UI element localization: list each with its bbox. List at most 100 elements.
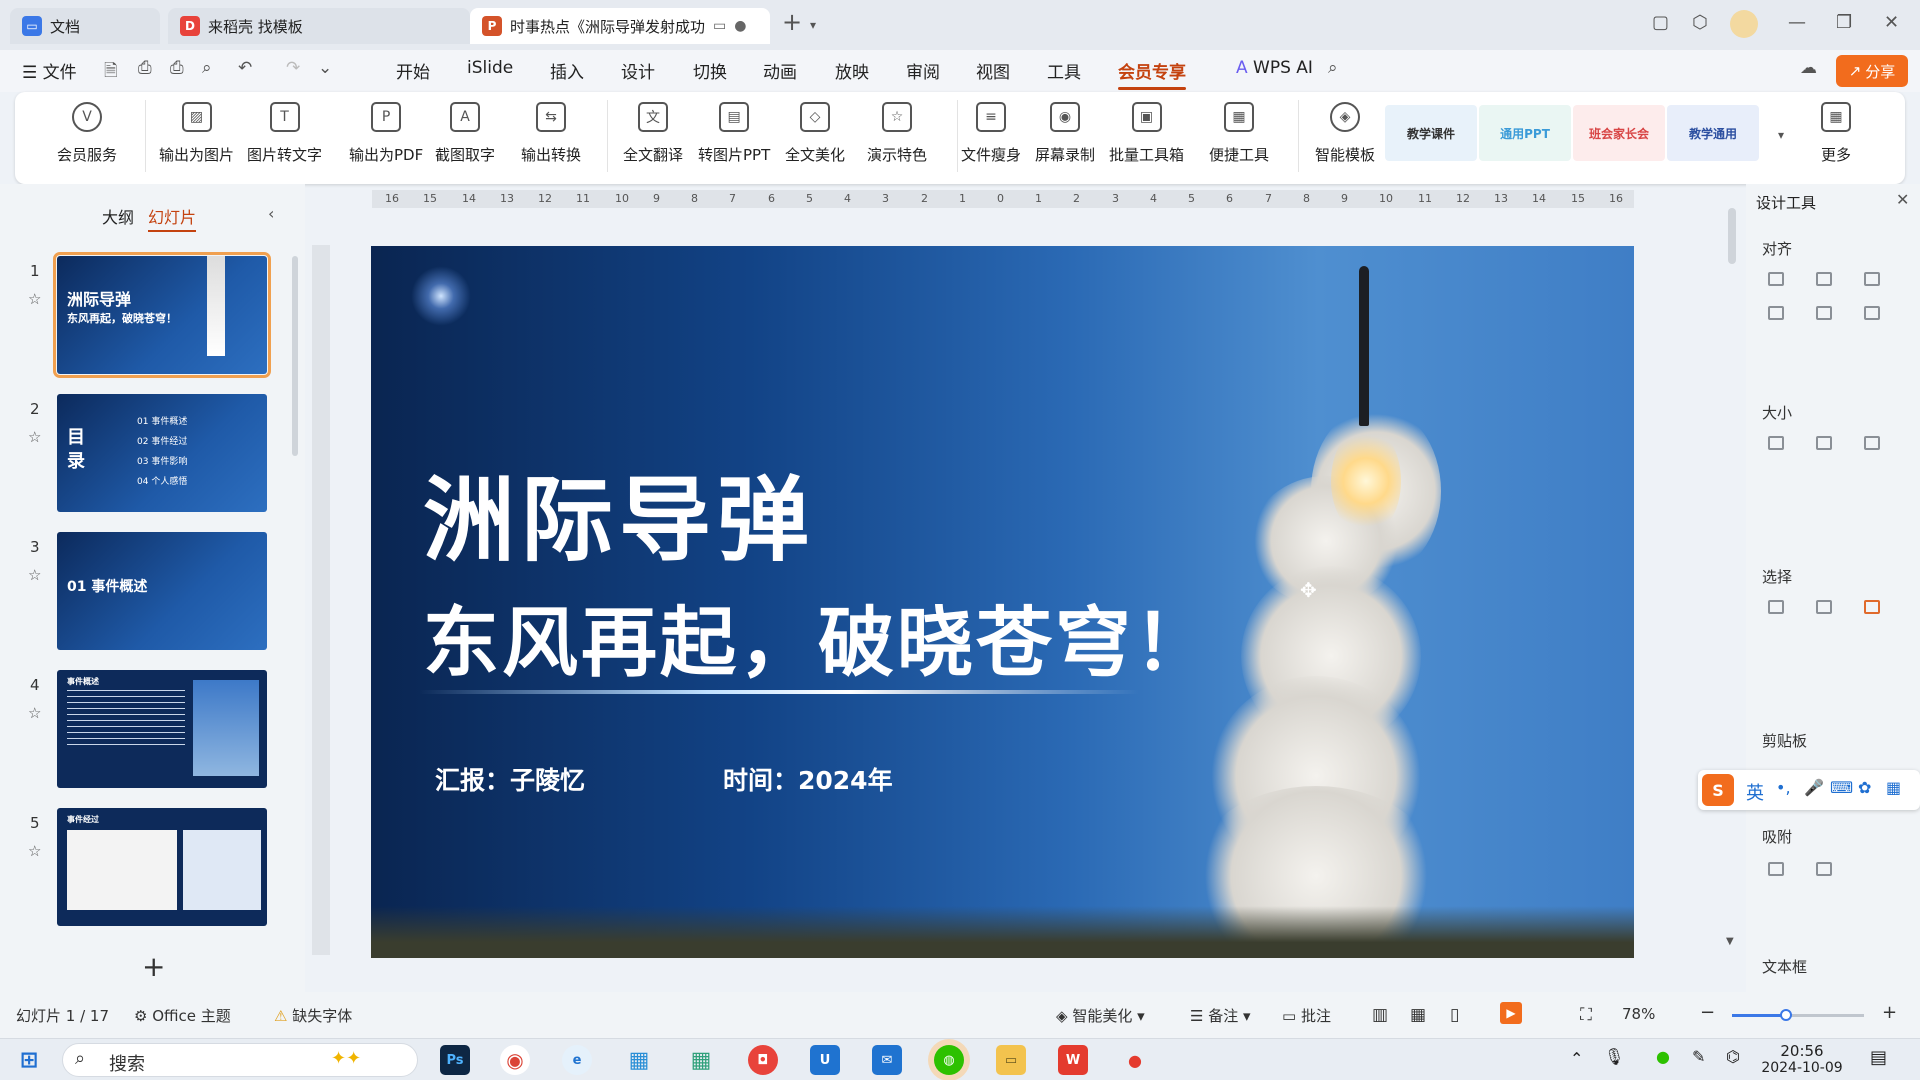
screen-icon[interactable]: ▭ [713, 18, 726, 34]
menu-design[interactable]: 设计 [621, 58, 655, 83]
smart-template-button[interactable]: ◈ 智能模板 [1315, 102, 1375, 165]
wechat-tray-icon[interactable]: ● [1656, 1047, 1670, 1066]
clock-date[interactable]: 2024-10-09 [1756, 1060, 1848, 1076]
taskbar-search-input[interactable]: ⌕ 搜索 ✦✦ [62, 1043, 418, 1077]
toolbox-grid-icon[interactable]: ▦ [1886, 778, 1901, 797]
scroll-down-icon[interactable]: ▼ [1726, 936, 1734, 947]
template-more-chevron-icon[interactable]: ▾ [1778, 128, 1784, 142]
undo-icon[interactable]: ↶ [238, 58, 252, 78]
sogou-icon[interactable]: S [1702, 774, 1734, 806]
new-tab-button[interactable]: + [782, 8, 802, 36]
image-to-text-button[interactable]: T 图片转文字 [247, 102, 322, 165]
align-center-icon[interactable] [1816, 272, 1832, 286]
tab-docer[interactable]: D 来稻壳 找模板 [168, 8, 470, 44]
same-height-icon[interactable] [1816, 436, 1832, 450]
mic-tray-icon[interactable]: 🎙 [1604, 1047, 1624, 1066]
output-convert-button[interactable]: ⇆ 输出转换 [521, 102, 581, 165]
ime-lang[interactable]: 英 [1746, 779, 1764, 805]
wechat-icon[interactable]: ◍ [934, 1045, 964, 1075]
select-all-icon[interactable] [1768, 600, 1784, 614]
punctuation-icon[interactable]: •, [1776, 778, 1791, 797]
microphone-icon[interactable]: 🎤 [1804, 778, 1824, 797]
canvas-scrollbar[interactable] [1728, 208, 1736, 264]
select-same-icon[interactable] [1816, 600, 1832, 614]
zoom-out-icon[interactable]: − [1700, 1002, 1715, 1023]
search-icon[interactable]: ⌕ [1328, 58, 1338, 78]
menu-review[interactable]: 审阅 [906, 58, 940, 83]
slide-canvas[interactable]: 洲际导弹 东风再起，破晓苍穹！ 汇报：子陵忆 时间：2024年 [371, 246, 1634, 958]
menu-home[interactable]: 开始 [396, 58, 430, 83]
tab-document[interactable]: P 时事热点《洲际导弹发射成功 ▭ ● [470, 8, 770, 44]
avatar[interactable] [1730, 10, 1758, 38]
cube-icon[interactable]: ⬡ [1692, 12, 1708, 33]
slide-thumb-1[interactable]: 洲际导弹 东风再起，破晓苍穹！ [53, 252, 271, 378]
slide-thumb-2[interactable]: 目录 01 事件概述 02 事件经过 03 事件影响 04 个人感悟 [57, 394, 267, 512]
restore-icon[interactable]: ❐ [1836, 12, 1852, 33]
file-slim-button[interactable]: ≡ 文件瘦身 [961, 102, 1021, 165]
slide-thumb-4[interactable]: 事件概述 [57, 670, 267, 788]
handy-tools-button[interactable]: ▦ 便捷工具 [1209, 102, 1269, 165]
slide-title[interactable]: 洲际导弹 [423, 446, 815, 579]
keyboard-icon[interactable]: ⌨ [1830, 778, 1853, 797]
clock-time[interactable]: 20:56 [1762, 1042, 1842, 1060]
scrollbar[interactable] [292, 256, 298, 456]
share-button[interactable]: ↗ 分享 [1836, 55, 1908, 87]
slide-thumb-5[interactable]: 事件经过 [57, 808, 267, 926]
chrome-icon[interactable]: ◉ [500, 1045, 530, 1075]
template-teaching[interactable]: 教学课件 [1385, 105, 1477, 161]
menu-slideshow[interactable]: 放映 [835, 58, 869, 83]
screenshot-ocr-button[interactable]: A 截图取字 [435, 102, 495, 165]
file-menu[interactable]: ☰ 文件 [22, 58, 77, 83]
star-icon[interactable]: ☆ [28, 842, 41, 860]
snap-right-icon[interactable] [1816, 862, 1832, 876]
export-image-button[interactable]: ▨ 输出为图片 [159, 102, 234, 165]
pen-tray-icon[interactable]: ✎ [1692, 1047, 1705, 1066]
normal-view-icon[interactable]: ▥ [1372, 1005, 1388, 1025]
slide-thumb-3[interactable]: 01 事件概述 [57, 532, 267, 650]
align-middle-icon[interactable] [1816, 306, 1832, 320]
menu-member[interactable]: 会员专享 [1118, 58, 1186, 90]
blue-shield-icon[interactable]: U [810, 1045, 840, 1075]
zoom-in-icon[interactable]: + [1882, 1002, 1897, 1023]
skin-icon[interactable]: ✿ [1858, 778, 1871, 797]
sorter-view-icon[interactable]: ▦ [1410, 1005, 1426, 1025]
template-class-meeting[interactable]: 班会家长会 [1573, 105, 1665, 161]
align-left-icon[interactable] [1768, 272, 1784, 286]
snap-left-icon[interactable] [1768, 862, 1784, 876]
folder-icon[interactable]: ▭ [996, 1045, 1026, 1075]
wps-icon[interactable]: W [1058, 1045, 1088, 1075]
align-right-icon[interactable] [1864, 272, 1880, 286]
align-top-icon[interactable] [1768, 306, 1784, 320]
star-icon[interactable]: ☆ [28, 704, 41, 722]
red-app-icon[interactable]: ◘ [748, 1045, 778, 1075]
export-pdf-button[interactable]: P 输出为PDF [349, 102, 423, 165]
star-icon[interactable]: ☆ [28, 290, 41, 308]
comments-button[interactable]: ▭ 批注 [1282, 1005, 1331, 1026]
same-size-icon[interactable] [1864, 436, 1880, 450]
zoom-level[interactable]: 78% [1622, 1005, 1655, 1023]
notes-button[interactable]: ☰ 备注 ▾ [1190, 1005, 1251, 1026]
cloud-upload-icon[interactable]: ☁ [1800, 58, 1817, 78]
slide-reporter[interactable]: 汇报：子陵忆 [435, 761, 585, 797]
app-grid-green-icon[interactable]: ▦ [686, 1045, 716, 1075]
chevron-down-icon[interactable]: ▾ [810, 18, 816, 32]
menu-insert[interactable]: 插入 [550, 58, 584, 83]
minimize-icon[interactable]: — [1788, 12, 1806, 33]
notification-icon[interactable]: ▤ [1870, 1047, 1887, 1068]
zoom-slider-handle[interactable] [1780, 1009, 1792, 1021]
smart-beautify-button[interactable]: ◈ 智能美化 ▾ [1056, 1005, 1145, 1026]
tab-outline[interactable]: 大纲 [102, 204, 134, 228]
more-button[interactable]: ▦ 更多 [1821, 102, 1851, 165]
record-app-icon[interactable]: ● [1120, 1045, 1150, 1075]
same-width-icon[interactable] [1768, 436, 1784, 450]
close-icon[interactable]: ✕ [1884, 12, 1899, 33]
presentation-feature-button[interactable]: ☆ 演示特色 [867, 102, 927, 165]
print-icon[interactable]: ⎙ [170, 58, 184, 78]
select-pane-icon[interactable] [1864, 600, 1880, 614]
menu-animation[interactable]: 动画 [763, 58, 797, 83]
window-icon[interactable]: ▢ [1652, 12, 1669, 33]
slide-time[interactable]: 时间：2024年 [723, 761, 893, 797]
template-general[interactable]: 通用PPT [1479, 105, 1571, 161]
wps-ai-button[interactable]: A WPS AI [1236, 58, 1313, 78]
missing-font-button[interactable]: ⚠ 缺失字体 [274, 1005, 352, 1026]
